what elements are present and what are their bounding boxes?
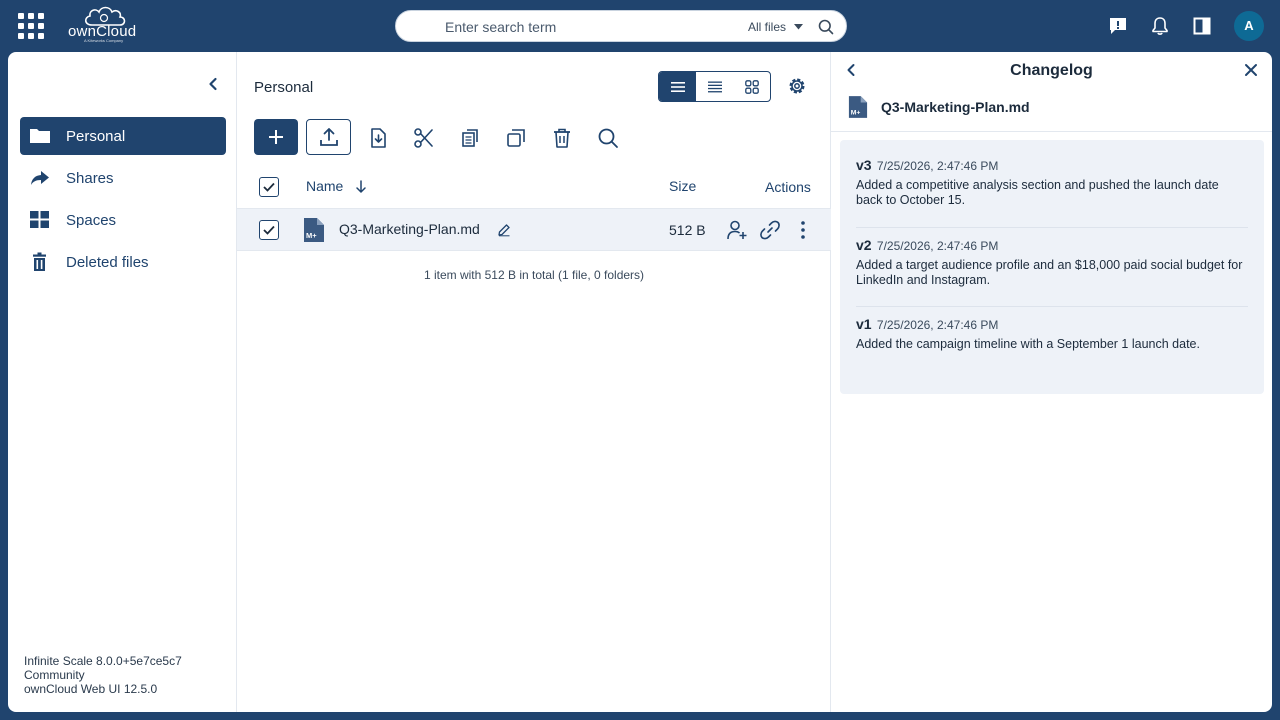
sidebar-item-personal[interactable]: Personal (20, 117, 226, 155)
notifications-bell-icon[interactable] (1150, 16, 1170, 36)
sidebar-item-label: Spaces (66, 212, 117, 229)
sort-descending-icon[interactable] (355, 180, 367, 194)
entry-version: v1 (856, 316, 872, 332)
sidebar-item-deleted-files[interactable]: Deleted files (20, 243, 226, 281)
add-share-icon[interactable] (726, 219, 748, 241)
version-line: Community (24, 668, 85, 682)
entry-version: v2 (856, 237, 872, 253)
close-icon[interactable] (1244, 63, 1258, 77)
files-summary: 1 item with 512 B in total (1 file, 0 fo… (423, 268, 645, 282)
changelog-entry: v3 7/25/2026, 2:47:46 PM Added a competi… (856, 157, 1248, 208)
search-input[interactable]: Enter search term (445, 19, 556, 35)
entry-version: v3 (856, 157, 872, 173)
cut-icon[interactable] (413, 127, 435, 149)
file-size: 512 B (669, 222, 706, 238)
version-line: Infinite Scale 8.0.0+5e7ce5c7 (24, 654, 182, 668)
svg-text:M+: M+ (306, 231, 317, 240)
gear-icon[interactable] (787, 76, 807, 96)
duplicate-icon[interactable] (505, 127, 527, 149)
list-icon (670, 81, 685, 92)
search-files-icon[interactable] (597, 127, 619, 149)
logo-tagline: A Kiteworks Company (84, 38, 124, 43)
file-name[interactable]: Q3-Marketing-Plan.md (339, 221, 480, 237)
column-header-name[interactable]: Name (306, 178, 343, 194)
select-all-checkbox[interactable] (259, 177, 279, 197)
entry-text: Added a target audience profile and an $… (856, 258, 1243, 287)
spaces-icon (30, 211, 49, 228)
more-options-icon[interactable] (800, 219, 806, 241)
feedback-icon[interactable] (1108, 16, 1128, 36)
top-bar: ownCloud A Kiteworks Company Enter searc… (0, 0, 1280, 52)
entry-timestamp: 7/25/2026, 2:47:46 PM (876, 239, 999, 253)
divider (831, 131, 1272, 132)
sidebar: Personal Shares Spaces Deleted files Inf… (8, 52, 237, 712)
checkmark-icon (263, 182, 275, 192)
caret-down-icon[interactable] (794, 24, 803, 30)
sidebar-item-label: Deleted files (66, 254, 149, 271)
collapse-sidebar-icon[interactable] (206, 77, 220, 91)
table-row[interactable]: M+ Q3-Marketing-Plan.md 512 B (237, 208, 831, 251)
rename-pencil-icon[interactable] (497, 223, 511, 237)
download-icon[interactable] (367, 127, 389, 149)
search-icon[interactable] (818, 19, 834, 35)
view-mode-switch (658, 71, 771, 102)
link-icon[interactable] (759, 219, 781, 241)
upload-button[interactable] (306, 119, 351, 155)
markdown-file-icon: M+ (304, 218, 324, 242)
row-checkbox[interactable] (259, 220, 279, 240)
entry-text: Added a competitive analysis section and… (856, 178, 1219, 207)
trash-icon (33, 252, 46, 271)
markdown-file-icon: M+ (848, 96, 868, 118)
changelog-entry: v1 7/25/2026, 2:47:46 PM Added the campa… (856, 316, 1248, 352)
grid-icon (744, 79, 759, 94)
files-view: Personal Name Size Actions M+ Q3-Marketi… (237, 52, 831, 712)
share-icon (31, 171, 49, 185)
checkmark-icon (263, 225, 275, 235)
svg-text:M+: M+ (851, 109, 861, 116)
divider (856, 306, 1248, 307)
sidebar-item-label: Shares (66, 170, 114, 187)
app-switcher-icon[interactable] (18, 13, 44, 39)
panel-title: Changelog (1010, 62, 1093, 79)
user-avatar[interactable]: A (1234, 11, 1264, 41)
view-list-button[interactable] (659, 72, 696, 101)
changelog-list: v3 7/25/2026, 2:47:46 PM Added a competi… (840, 140, 1264, 394)
entry-timestamp: 7/25/2026, 2:47:46 PM (876, 159, 999, 173)
search-bar[interactable]: Enter search term All files (395, 10, 847, 42)
divider (856, 227, 1248, 228)
search-scope-select[interactable]: All files (748, 20, 786, 34)
changelog-entry: v2 7/25/2026, 2:47:46 PM Added a target … (856, 237, 1248, 288)
condensed-list-icon (707, 81, 722, 92)
version-line: ownCloud Web UI 12.5.0 (24, 682, 158, 696)
changelog-panel: Changelog M+ Q3-Marketing-Plan.md v3 7/2… (831, 52, 1272, 712)
main-card: Personal Shares Spaces Deleted files Inf… (8, 52, 1272, 712)
sidebar-item-spaces[interactable]: Spaces (20, 201, 226, 239)
folder-icon (30, 129, 50, 143)
entry-timestamp: 7/25/2026, 2:47:46 PM (876, 318, 999, 332)
column-header-size[interactable]: Size (669, 178, 696, 194)
sidebar-item-label: Personal (66, 128, 126, 145)
version-info: Infinite Scale 8.0.0+5e7ce5c7 Community … (24, 654, 182, 696)
upload-icon (319, 128, 338, 146)
panel-file-name: Q3-Marketing-Plan.md (881, 99, 1030, 115)
copy-icon[interactable] (459, 127, 481, 149)
delete-icon[interactable] (551, 127, 573, 149)
sidebar-panel-toggle-icon[interactable] (1192, 16, 1212, 36)
breadcrumb[interactable]: Personal (254, 79, 313, 96)
view-tiles-button[interactable] (733, 72, 770, 101)
plus-icon (269, 130, 283, 144)
new-button[interactable] (254, 119, 298, 155)
entry-text: Added the campaign timeline with a Septe… (856, 337, 1200, 351)
column-header-actions: Actions (765, 179, 811, 195)
sidebar-item-shares[interactable]: Shares (20, 159, 226, 197)
view-condensed-button[interactable] (696, 72, 733, 101)
